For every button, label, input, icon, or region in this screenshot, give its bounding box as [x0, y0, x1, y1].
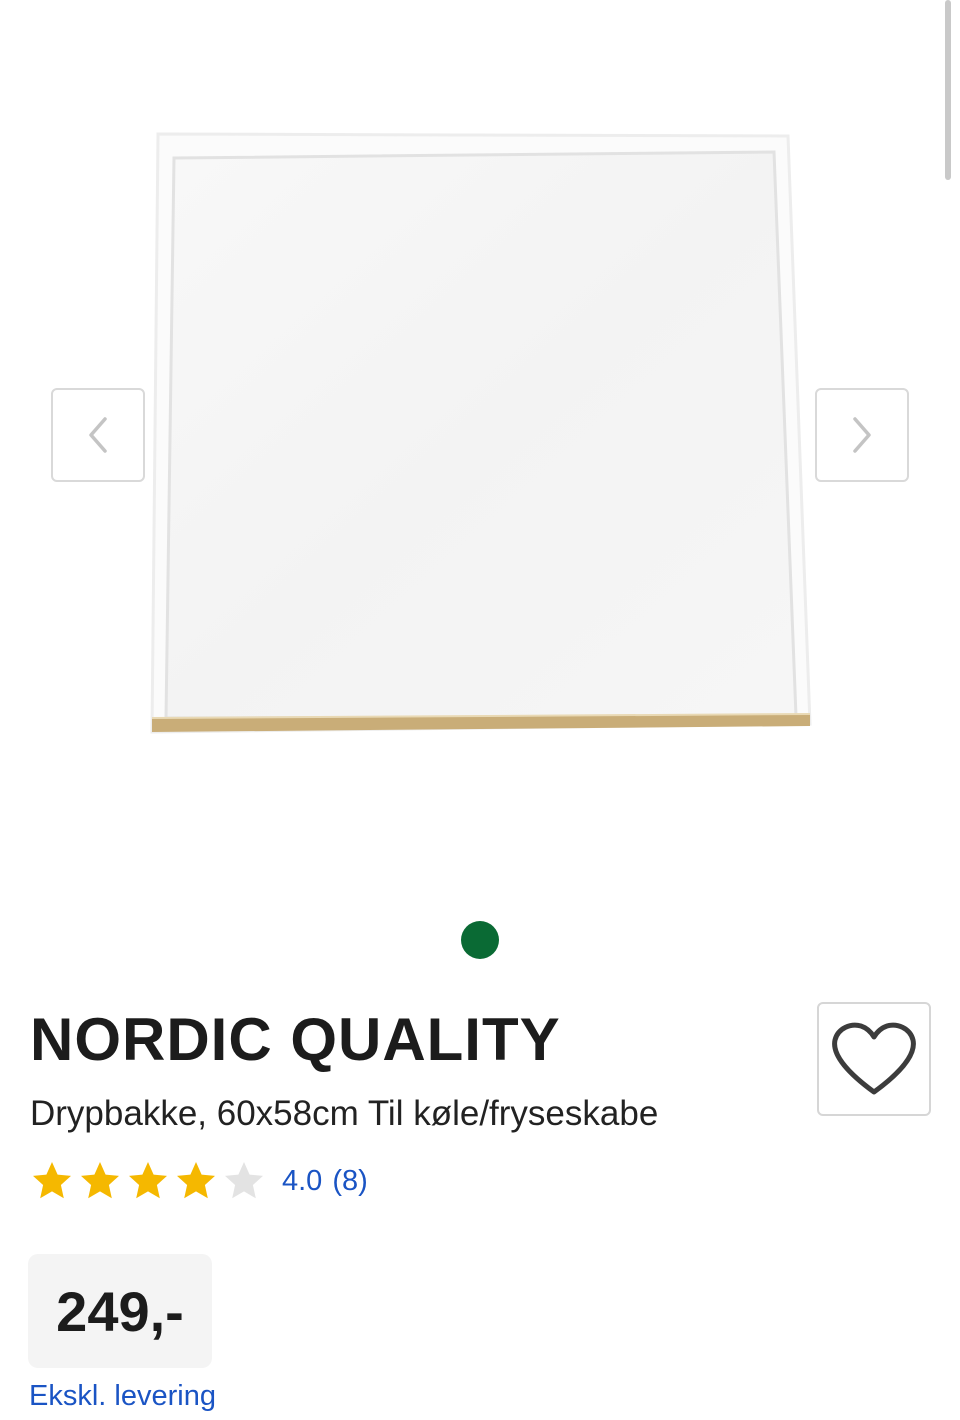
product-description: Drypbakke, 60x58cm Til køle/fryseskabe — [30, 1094, 659, 1133]
star-filled-icon — [129, 1162, 167, 1199]
rating-stars — [30, 1159, 270, 1203]
delivery-note-link[interactable]: Ekskl. levering — [29, 1380, 216, 1413]
rating-text[interactable]: 4.0 (8) — [282, 1165, 368, 1198]
image-gallery — [0, 0, 960, 900]
previous-image-button[interactable] — [51, 388, 145, 482]
product-page: NORDIC QUALITY Drypbakke, 60x58cm Til kø… — [0, 0, 960, 1420]
chevron-left-icon — [89, 417, 107, 453]
chevron-right-icon — [853, 417, 871, 453]
price-box: 249,- — [28, 1254, 212, 1368]
rating[interactable]: 4.0 (8) — [30, 1158, 368, 1204]
product-brand: NORDIC QUALITY — [30, 1006, 561, 1073]
review-count: (8) — [332, 1164, 368, 1197]
favorite-button[interactable] — [817, 1002, 931, 1116]
price: 249,- — [56, 1279, 184, 1343]
next-image-button[interactable] — [815, 388, 909, 482]
carousel-dot-active[interactable] — [461, 921, 499, 959]
rating-value: 4.0 — [282, 1164, 323, 1197]
product-image — [150, 132, 812, 734]
star-filled-icon — [33, 1162, 71, 1199]
star-filled-icon — [177, 1162, 215, 1199]
star-empty-icon — [225, 1162, 263, 1199]
heart-icon — [832, 1022, 916, 1095]
star-filled-icon — [81, 1162, 119, 1199]
